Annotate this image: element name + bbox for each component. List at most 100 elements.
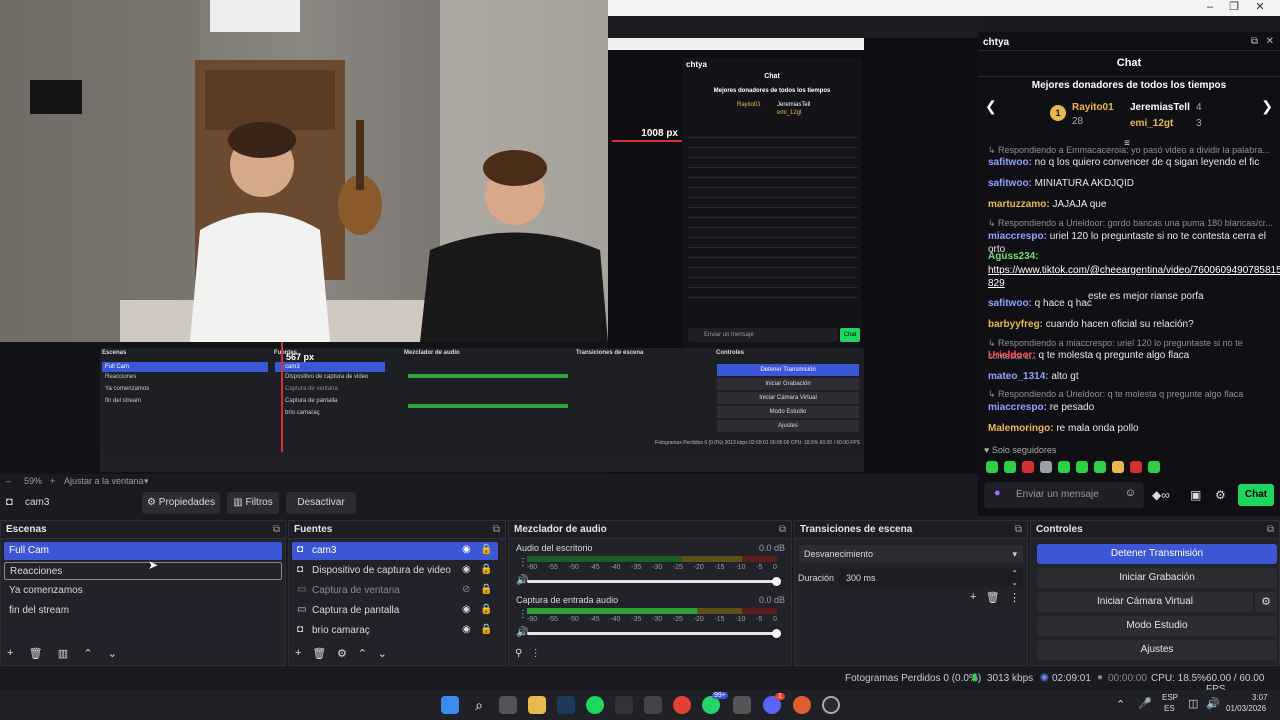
- eye-icon[interactable]: ◉: [462, 604, 471, 615]
- obs-icon[interactable]: [822, 696, 840, 714]
- lock-icon[interactable]: 🔒: [480, 544, 492, 555]
- volume-slider[interactable]: [527, 577, 781, 586]
- settings-button[interactable]: Ajustes: [1037, 640, 1277, 660]
- emote-icon[interactable]: [1040, 461, 1052, 473]
- app-icon[interactable]: [733, 696, 751, 714]
- microphone-icon[interactable]: 🎤: [1138, 697, 1152, 710]
- undock-icon[interactable]: ⧉: [273, 521, 280, 539]
- trash-icon[interactable]: 🗑: [29, 647, 43, 660]
- spotify-icon[interactable]: [586, 696, 604, 714]
- capcut-icon[interactable]: [644, 696, 662, 714]
- emote-icon[interactable]: [1022, 461, 1034, 473]
- minimize-icon[interactable]: –: [1198, 0, 1222, 16]
- emote-icon[interactable]: [1148, 461, 1160, 473]
- add-icon[interactable]: +: [7, 647, 13, 660]
- filter-icon[interactable]: ▥: [58, 647, 68, 660]
- lock-icon[interactable]: 🔒: [480, 584, 492, 595]
- chat-username[interactable]: safitwoo:: [988, 298, 1032, 309]
- emote-icon[interactable]: [1004, 461, 1016, 473]
- lock-icon[interactable]: 🔒: [480, 624, 492, 635]
- chat-username[interactable]: miaccrespo:: [988, 402, 1047, 413]
- volume-slider[interactable]: [527, 629, 781, 638]
- chevron-left-icon[interactable]: ❮: [985, 98, 997, 115]
- lock-icon[interactable]: 🔒: [480, 604, 492, 615]
- eye-icon[interactable]: ◉: [462, 624, 471, 635]
- emote-icon[interactable]: [1112, 461, 1124, 473]
- folder-icon[interactable]: [528, 696, 546, 714]
- start-virtual-camera-button[interactable]: Iniciar Cámara Virtual: [1037, 592, 1253, 612]
- zoom-in-button[interactable]: +: [50, 476, 55, 486]
- chevron-right-icon[interactable]: ❯: [1261, 98, 1273, 115]
- duration-field[interactable]: 300 ms ⌃ ⌄: [839, 569, 1023, 587]
- popout-icon[interactable]: ⧉: [1251, 36, 1258, 47]
- studio-mode-button[interactable]: Modo Estudio: [1037, 616, 1277, 636]
- kebab-menu-icon[interactable]: ⋮: [531, 648, 541, 659]
- scene-item[interactable]: fin del stream: [4, 602, 282, 620]
- transition-select[interactable]: Desvanecimiento ▾: [799, 545, 1023, 563]
- chevron-down-icon[interactable]: ▾: [144, 476, 149, 487]
- chat-username[interactable]: safitwoo:: [988, 178, 1032, 189]
- trash-icon[interactable]: 🗑: [986, 591, 1000, 604]
- emote-icon[interactable]: [1076, 461, 1088, 473]
- network-icon[interactable]: ◫: [1188, 697, 1198, 710]
- undock-icon[interactable]: ⧉: [1015, 521, 1022, 539]
- chat-username[interactable]: Urieldoor:: [988, 350, 1036, 361]
- gear-icon[interactable]: ⚙: [337, 647, 347, 660]
- chat-username[interactable]: martuzzamo:: [988, 199, 1050, 210]
- points-icon[interactable]: ◆∞: [1152, 488, 1170, 502]
- add-icon[interactable]: +: [295, 647, 301, 660]
- trash-icon[interactable]: 🗑: [312, 647, 326, 660]
- maximize-icon[interactable]: ❐: [1222, 0, 1246, 16]
- scene-item[interactable]: Reacciones: [4, 562, 282, 580]
- properties-button[interactable]: ⚙ Propiedades: [142, 492, 220, 514]
- chat-username[interactable]: Malemoringo:: [988, 423, 1054, 434]
- undock-icon[interactable]: ⧉: [1267, 521, 1274, 539]
- emote-icon[interactable]: [1058, 461, 1070, 473]
- arrow-up-icon[interactable]: ⌃: [83, 647, 92, 660]
- language-primary[interactable]: ESP: [1162, 693, 1178, 702]
- chat-username[interactable]: miaccrespo:: [988, 231, 1047, 242]
- emote-icon[interactable]: [1130, 461, 1142, 473]
- arrow-down-icon[interactable]: ⌄: [378, 647, 387, 660]
- filters-button[interactable]: ▥ Filtros: [227, 492, 279, 514]
- virtual-camera-settings-icon[interactable]: ⚙: [1255, 592, 1277, 612]
- close-chat-icon[interactable]: ✕: [1266, 36, 1274, 47]
- microphone-icon[interactable]: ●: [994, 487, 1001, 499]
- chevron-up-icon[interactable]: ⌃: [1116, 698, 1125, 711]
- steam-icon[interactable]: [557, 696, 575, 714]
- zoom-fit-select[interactable]: Ajustar a la ventana: [64, 476, 144, 486]
- chat-username[interactable]: mateo_1314:: [988, 371, 1049, 382]
- start-recording-button[interactable]: Iniciar Grabación: [1037, 568, 1277, 588]
- eye-hidden-icon[interactable]: ⊘: [462, 584, 470, 595]
- message-input[interactable]: ● Enviar un mensaje ☺: [984, 482, 1144, 508]
- arrow-up-icon[interactable]: ⌃: [358, 647, 367, 660]
- gift-icon[interactable]: ▣: [1190, 488, 1201, 502]
- chat-username[interactable]: Aguss234:: [988, 251, 1039, 262]
- chrome-icon[interactable]: [673, 696, 691, 714]
- eye-icon[interactable]: ◉: [462, 564, 471, 575]
- search-icon[interactable]: ⌕: [470, 696, 488, 714]
- close-icon[interactable]: ✕: [1248, 0, 1272, 16]
- scene-item[interactable]: Full Cam: [4, 542, 282, 560]
- zoom-out-button[interactable]: –: [6, 476, 11, 486]
- undock-icon[interactable]: ⧉: [493, 521, 500, 539]
- emoji-icon[interactable]: ☺: [1125, 487, 1136, 499]
- add-icon[interactable]: +: [970, 591, 976, 604]
- chat-username[interactable]: safitwoo:: [988, 157, 1032, 168]
- stop-stream-button[interactable]: Detener Transmisión: [1037, 544, 1277, 564]
- chat-username[interactable]: barbyyfreg:: [988, 319, 1043, 330]
- network-icon[interactable]: ⚲: [515, 648, 522, 659]
- spin-down-icon[interactable]: ⌄: [1011, 574, 1018, 592]
- clock-time[interactable]: 3:07: [1252, 693, 1268, 702]
- chat-link[interactable]: https://www.tiktok.com/@cheeargentina/vi…: [988, 264, 1280, 290]
- epic-games-icon[interactable]: [615, 696, 633, 714]
- kebab-menu-icon[interactable]: ⋮: [1009, 591, 1020, 604]
- settings-gear-icon[interactable]: ⚙: [1215, 488, 1226, 502]
- scene-item[interactable]: Ya comenzamos: [4, 582, 282, 600]
- emote-icon[interactable]: [1094, 461, 1106, 473]
- chrome-alt-icon[interactable]: [793, 696, 811, 714]
- chat-send-button[interactable]: Chat: [1238, 484, 1274, 506]
- windows-start-icon[interactable]: [441, 696, 459, 714]
- undock-icon[interactable]: ⧉: [779, 521, 786, 539]
- eye-icon[interactable]: ◉: [462, 544, 471, 555]
